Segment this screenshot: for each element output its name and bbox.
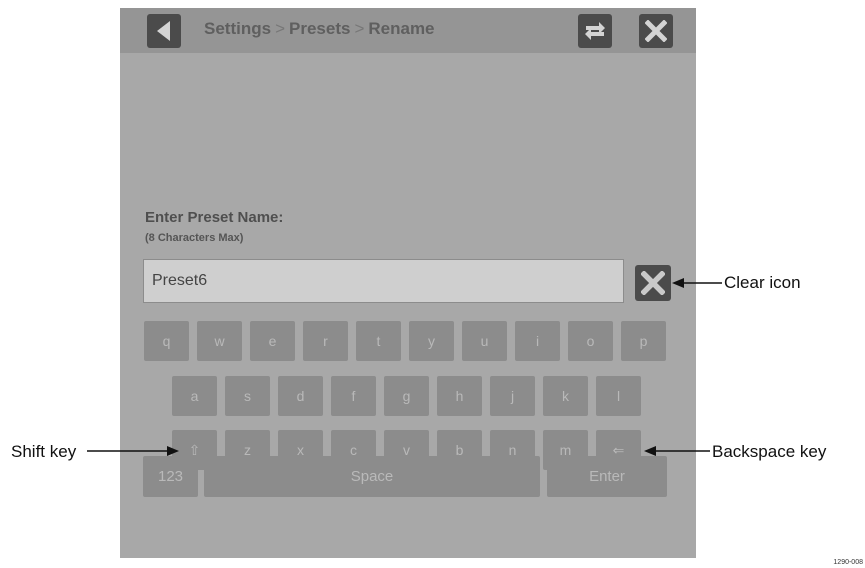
key-v[interactable]: v	[384, 430, 429, 470]
breadcrumb-presets[interactable]: Presets	[289, 19, 350, 38]
close-button[interactable]	[639, 14, 673, 48]
back-arrow-icon	[157, 21, 170, 41]
key-a[interactable]: a	[172, 376, 217, 416]
key-i[interactable]: i	[515, 321, 560, 361]
key-w[interactable]: w	[197, 321, 242, 361]
key-m[interactable]: m	[543, 430, 588, 470]
back-button[interactable]	[147, 14, 181, 48]
shift-callout-label: Shift key	[11, 442, 77, 461]
key-e[interactable]: e	[250, 321, 295, 361]
clear-button[interactable]	[635, 265, 671, 301]
clear-icon	[641, 271, 665, 295]
key-p[interactable]: p	[621, 321, 666, 361]
key-u[interactable]: u	[462, 321, 507, 361]
key-k[interactable]: k	[543, 376, 588, 416]
close-icon	[645, 20, 667, 42]
key-f[interactable]: f	[331, 376, 376, 416]
key-y[interactable]: y	[409, 321, 454, 361]
key-t[interactable]: t	[356, 321, 401, 361]
key-j[interactable]: j	[490, 376, 535, 416]
prompt-subtitle: (8 Characters Max)	[145, 232, 244, 244]
backspace-callout-arrow	[644, 446, 710, 456]
shift-callout-arrow	[87, 446, 179, 456]
breadcrumb-separator: >	[275, 19, 285, 38]
key-o[interactable]: o	[568, 321, 613, 361]
key-l[interactable]: l	[596, 376, 641, 416]
breadcrumb: Settings > Presets > Rename	[204, 19, 435, 39]
preset-name-input[interactable]: Preset6	[143, 259, 624, 303]
swap-button[interactable]	[578, 14, 612, 48]
breadcrumb-rename: Rename	[368, 19, 435, 38]
backspace-key[interactable]: ⇐	[596, 430, 641, 470]
key-z[interactable]: z	[225, 430, 270, 470]
clear-callout-label: Clear icon	[724, 273, 801, 292]
title-bar: Settings > Presets > Rename	[120, 8, 696, 53]
clear-callout-arrow	[672, 278, 722, 288]
key-c[interactable]: c	[331, 430, 376, 470]
key-b[interactable]: b	[437, 430, 482, 470]
key-d[interactable]: d	[278, 376, 323, 416]
key-q[interactable]: q	[144, 321, 189, 361]
key-n[interactable]: n	[490, 430, 535, 470]
key-h[interactable]: h	[437, 376, 482, 416]
prompt-title: Enter Preset Name:	[145, 209, 284, 226]
key-g[interactable]: g	[384, 376, 429, 416]
backspace-callout-label: Backspace key	[712, 442, 827, 461]
key-x[interactable]: x	[278, 430, 323, 470]
breadcrumb-separator: >	[354, 19, 365, 38]
key-s[interactable]: s	[225, 376, 270, 416]
figure-id: 1290-008	[833, 559, 863, 566]
key-r[interactable]: r	[303, 321, 348, 361]
swap-icon	[585, 22, 605, 40]
breadcrumb-settings[interactable]: Settings	[204, 19, 271, 38]
device-screen: Settings > Presets > Rename Enter Preset Nam…	[120, 8, 696, 558]
